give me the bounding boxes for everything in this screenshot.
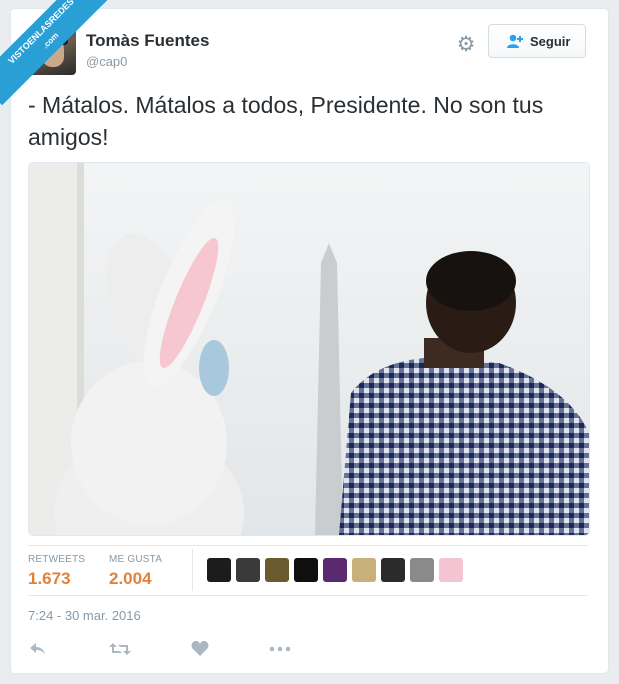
more-icon[interactable] bbox=[268, 639, 292, 659]
gear-icon[interactable]: ⚙ bbox=[455, 34, 477, 56]
liked-by-avatar[interactable] bbox=[323, 558, 347, 582]
likes-count: 2.004 bbox=[109, 569, 152, 588]
user-name[interactable]: Tomàs Fuentes bbox=[86, 31, 209, 51]
tweet-card: Tomàs Fuentes @cap0 ⚙ Seguir - Mátalos. … bbox=[10, 8, 609, 674]
likes-label: ME GUSTA bbox=[109, 554, 163, 565]
user-handle[interactable]: @cap0 bbox=[86, 54, 127, 69]
stats-separator bbox=[192, 549, 193, 591]
add-user-icon bbox=[507, 34, 523, 48]
retweet-icon[interactable] bbox=[108, 639, 132, 659]
liked-by-avatar[interactable] bbox=[294, 558, 318, 582]
photo-image bbox=[29, 163, 589, 535]
liked-by-avatar[interactable] bbox=[410, 558, 434, 582]
liked-by-avatar[interactable] bbox=[265, 558, 289, 582]
heart-icon[interactable] bbox=[190, 639, 210, 659]
timestamp[interactable]: 7:24 - 30 mar. 2016 bbox=[28, 608, 141, 623]
liked-by-avatar[interactable] bbox=[207, 558, 231, 582]
tweet-photo[interactable] bbox=[28, 162, 590, 536]
divider-top bbox=[28, 545, 588, 546]
liked-by-avatar[interactable] bbox=[439, 558, 463, 582]
liked-by-avatar[interactable] bbox=[352, 558, 376, 582]
follow-label: Seguir bbox=[530, 34, 571, 49]
reply-icon[interactable] bbox=[28, 639, 48, 659]
likes-stat[interactable]: ME GUSTA 2.004 bbox=[109, 554, 162, 589]
tweet-text: - Mátalos. Mátalos a todos, Presidente. … bbox=[28, 92, 544, 150]
retweets-stat[interactable]: RETWEETS 1.673 bbox=[28, 554, 85, 589]
liked-by-avatar[interactable] bbox=[381, 558, 405, 582]
liked-by-avatar[interactable] bbox=[236, 558, 260, 582]
follow-button[interactable]: Seguir bbox=[488, 24, 586, 58]
retweets-count: 1.673 bbox=[28, 569, 71, 588]
divider-bottom bbox=[28, 595, 588, 596]
retweets-label: RETWEETS bbox=[28, 554, 86, 565]
